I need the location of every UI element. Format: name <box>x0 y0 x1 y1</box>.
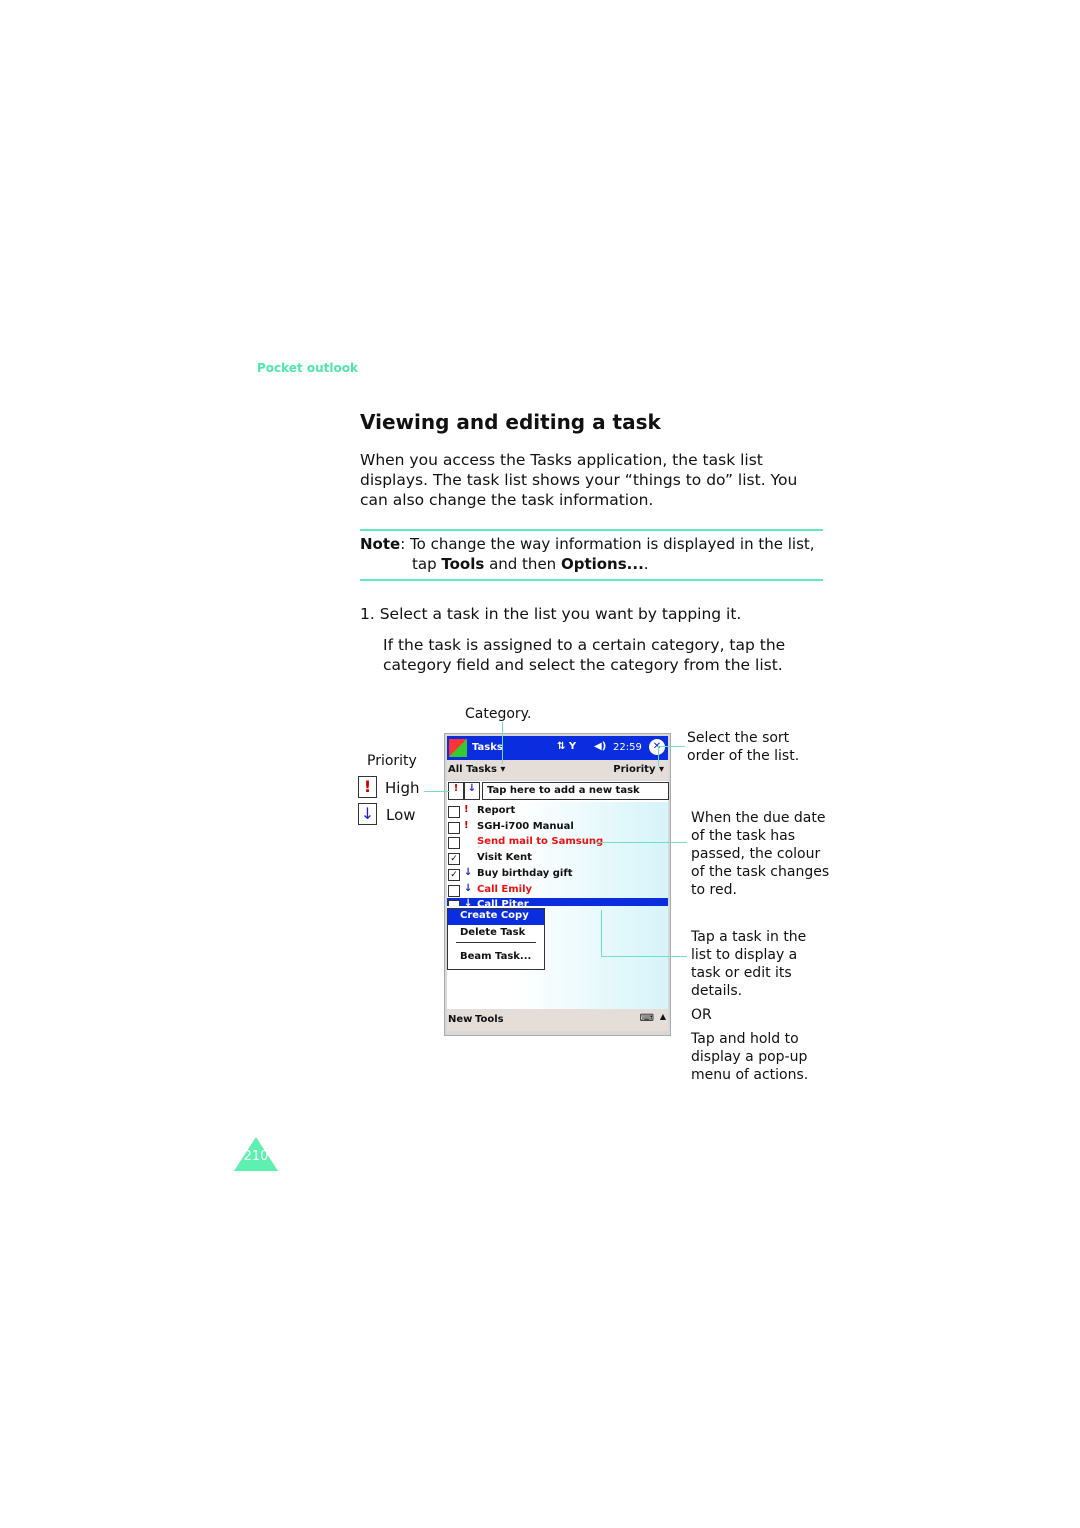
leader-line <box>502 722 503 764</box>
task-checkbox[interactable]: ✓ <box>448 853 460 866</box>
ok-close-icon[interactable]: ✕ <box>649 739 665 755</box>
note-text: and then <box>484 555 561 573</box>
command-bar: New Tools ⌨ ▲ <box>447 1009 668 1031</box>
note-options: Options... <box>560 555 644 573</box>
category-dropdown[interactable]: All Tasks ▾ <box>448 764 505 775</box>
task-name: Buy birthday gift <box>477 867 573 879</box>
new-task-input[interactable]: Tap here to add a new task <box>482 782 669 800</box>
page-number: 210 <box>243 1149 269 1164</box>
high-priority-icon: ! <box>464 819 469 831</box>
clock[interactable]: 22:59 <box>613 742 642 753</box>
note: Note: To change the way information is d… <box>360 534 830 574</box>
task-list: ! Report! SGH-i700 Manual Send mail to Sams… <box>447 802 668 1009</box>
title-bar: Tasks ⇅ Y ◀) 22:59 ✕ <box>447 736 668 760</box>
task-name: Call Piter <box>477 899 529 907</box>
task-row[interactable]: ↓ Call Emily <box>447 883 668 898</box>
task-checkbox[interactable] <box>448 821 460 834</box>
intro-text: When you access the Tasks application, t… <box>360 451 798 509</box>
menu-separator <box>456 942 536 943</box>
task-checkbox[interactable] <box>448 884 460 897</box>
device-screenshot: Tasks ⇅ Y ◀) 22:59 ✕ All Tasks ▾ Priorit… <box>444 733 671 1036</box>
task-name: SGH-i700 Manual <box>477 820 574 832</box>
keyboard-icon[interactable]: ⌨ <box>640 1013 654 1024</box>
task-row[interactable]: ↓ Call Piter <box>447 898 668 907</box>
task-row[interactable]: ✓ ↓ Buy birthday gift <box>447 867 668 882</box>
app-title: Tasks <box>472 742 503 753</box>
category-value: All Tasks <box>448 764 497 775</box>
manual-page: Pocket outlook Viewing and editing a tas… <box>0 0 1080 1528</box>
task-checkbox[interactable] <box>448 837 460 850</box>
task-checkbox[interactable] <box>448 900 460 907</box>
task-row[interactable]: ! Report <box>447 804 668 819</box>
note-rule-top <box>360 529 823 531</box>
start-flag-icon[interactable] <box>449 739 467 757</box>
context-menu: Create Copy Delete Task Beam Task... <box>447 908 545 970</box>
sort-callout: Select the sort order of the list. <box>687 730 800 764</box>
high-priority-icon: ! <box>358 776 377 798</box>
priority-callout: Priority <box>367 753 417 769</box>
entry-bar: ! ↓ Tap here to add a new task <box>447 781 669 802</box>
leader-line <box>595 842 687 843</box>
low-label: Low <box>386 806 416 824</box>
step-1-detail: If the task is assigned to a certain cat… <box>383 636 786 674</box>
task-name: Call Emily <box>477 883 533 895</box>
or-text: OR <box>691 1007 712 1023</box>
low-priority-icon: ↓ <box>358 803 377 825</box>
menu-beam-task[interactable]: Beam Task... <box>448 945 544 962</box>
sort-dropdown[interactable]: Priority ▾ <box>613 764 664 775</box>
step-1: 1. Select a task in the list you want by… <box>360 605 742 623</box>
note-label: Note <box>360 535 401 553</box>
task-name: Report <box>477 805 516 816</box>
volume-icon[interactable]: ◀) <box>594 741 606 752</box>
leader-line <box>424 791 450 792</box>
category-callout: Category. <box>465 706 532 722</box>
hold-callout: Tap and hold to display a pop-up menu of… <box>691 1031 809 1083</box>
note-text: tap <box>412 555 442 573</box>
due-callout: When the due date of the task has passed… <box>691 810 830 898</box>
note-text: : To change the way information is displ… <box>400 535 815 553</box>
menu-delete-task[interactable]: Delete Task <box>448 925 544 940</box>
task-row[interactable]: ! SGH-i700 Manual <box>447 820 668 835</box>
high-priority-toggle[interactable]: ! <box>448 782 464 800</box>
task-name: Send mail to Samsung <box>477 836 604 848</box>
new-menu[interactable]: New <box>448 1014 472 1025</box>
menu-create-copy[interactable]: Create Copy <box>448 909 544 925</box>
connectivity-icon[interactable]: ⇅ Y <box>557 741 576 752</box>
task-name: Visit Kent <box>477 852 532 864</box>
high-label: High <box>385 779 420 797</box>
low-priority-icon: ↓ <box>464 882 473 894</box>
high-priority-icon: ! <box>464 804 469 815</box>
low-priority-icon: ↓ <box>464 866 473 878</box>
note-rule-bottom <box>360 579 823 581</box>
note-text: . <box>643 555 649 573</box>
sort-value: Priority <box>613 764 656 775</box>
low-priority-toggle[interactable]: ↓ <box>464 782 480 800</box>
task-checkbox[interactable]: ✓ <box>448 868 460 881</box>
tap-callout: Tap a task in the list to display a task… <box>691 929 807 999</box>
filter-bar: All Tasks ▾ Priority ▾ <box>447 760 668 780</box>
task-row[interactable]: ✓ Visit Kent <box>447 851 668 866</box>
leader-line <box>658 746 659 766</box>
input-arrow-icon[interactable]: ▲ <box>660 1012 666 1021</box>
tools-menu[interactable]: Tools <box>475 1014 504 1025</box>
note-tools: Tools <box>441 555 485 573</box>
section-header: Pocket outlook <box>257 361 358 375</box>
leader-line <box>601 956 687 957</box>
task-checkbox[interactable] <box>448 806 460 818</box>
leader-line <box>658 746 685 747</box>
low-priority-icon: ↓ <box>464 898 473 907</box>
page-title: Viewing and editing a task <box>360 410 661 434</box>
leader-line <box>601 910 602 956</box>
